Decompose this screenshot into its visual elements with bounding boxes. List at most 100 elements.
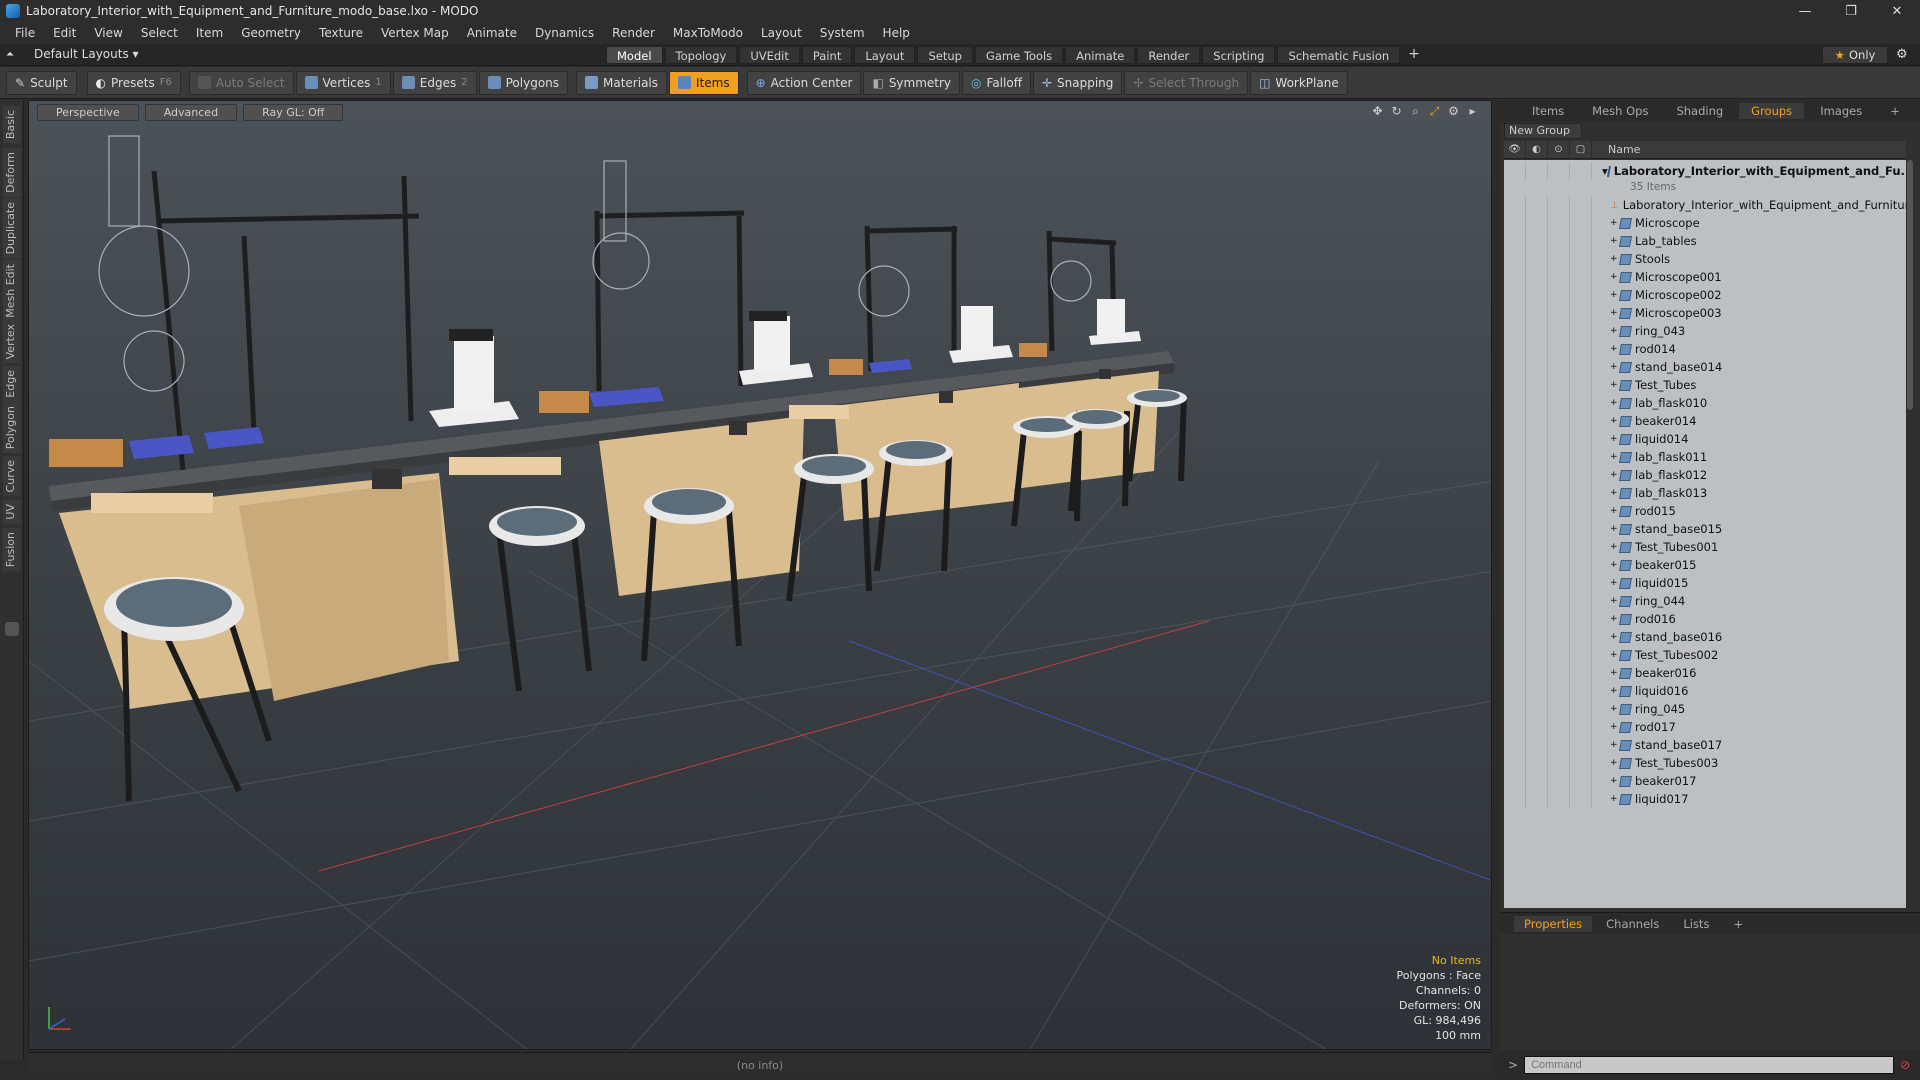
menu-help[interactable]: Help	[874, 26, 919, 40]
menu-maxtomodo[interactable]: MaxToModo	[664, 26, 752, 40]
pan-icon[interactable]: ✥	[1371, 105, 1384, 118]
select-through-button[interactable]: ✢ Select Through	[1124, 70, 1249, 95]
visibility-eye-icon[interactable]: 👁	[1504, 140, 1526, 159]
left-tab-basic[interactable]: Basic	[3, 106, 21, 144]
edges-button[interactable]: Edges 2	[392, 70, 477, 95]
tab-items[interactable]: Items	[1520, 103, 1576, 119]
menu-layout[interactable]: Layout	[752, 26, 811, 40]
list-item[interactable]: + lab_flask012	[1504, 466, 1906, 484]
menu-view[interactable]: View	[85, 26, 131, 40]
left-tab-vertex[interactable]: Vertex	[3, 320, 21, 364]
list-item[interactable]: + beaker017	[1504, 772, 1906, 790]
list-item[interactable]: + stand_base014	[1504, 358, 1906, 376]
list-item[interactable]: + ring_044	[1504, 592, 1906, 610]
menu-animate[interactable]: Animate	[458, 26, 526, 40]
list-item[interactable]: + ring_043	[1504, 322, 1906, 340]
list-item[interactable]: + Microscope002	[1504, 286, 1906, 304]
lock-icon[interactable]: ⊙	[1548, 140, 1570, 159]
settings-icon[interactable]: ⚙	[1447, 105, 1460, 118]
list-item[interactable]: + beaker014	[1504, 412, 1906, 430]
select-icon[interactable]: ▢	[1570, 140, 1592, 159]
menu-texture[interactable]: Texture	[310, 26, 372, 40]
menu-dynamics[interactable]: Dynamics	[526, 26, 603, 40]
list-item[interactable]: + rod015	[1504, 502, 1906, 520]
tab-model[interactable]: Model	[606, 46, 663, 64]
menu-render[interactable]: Render	[603, 26, 664, 40]
add-tab-button[interactable]: +	[1402, 46, 1426, 64]
auto-select-button[interactable]: Auto Select	[188, 70, 294, 95]
list-item[interactable]: + Microscope003	[1504, 304, 1906, 322]
left-tab-edge[interactable]: Edge	[3, 366, 21, 402]
list-item[interactable]: + Test_Tubes	[1504, 376, 1906, 394]
command-clear-icon[interactable]: ⊘	[1900, 1058, 1910, 1072]
minimize-button[interactable]: —	[1782, 0, 1828, 22]
list-scrollbar[interactable]	[1906, 160, 1914, 908]
tab-images[interactable]: Images	[1808, 103, 1874, 119]
tab-scripting[interactable]: Scripting	[1202, 46, 1276, 64]
action-center-button[interactable]: ⊕ Action Center	[746, 70, 862, 95]
list-item[interactable]: + liquid016	[1504, 682, 1906, 700]
tab-uvedit[interactable]: UVEdit	[739, 46, 800, 64]
menu-vertex-map[interactable]: Vertex Map	[372, 26, 458, 40]
sculpt-button[interactable]: ✎ Sculpt	[6, 70, 77, 95]
name-column-header[interactable]: Name	[1600, 143, 1640, 156]
tab-paint[interactable]: Paint	[801, 46, 853, 64]
add-props-tab-button[interactable]: +	[1723, 916, 1753, 932]
symmetry-button[interactable]: ◧ Symmetry	[863, 70, 961, 95]
new-group-button[interactable]: New Group	[1504, 123, 1582, 139]
tab-properties[interactable]: Properties	[1514, 915, 1593, 932]
list-item[interactable]: + Lab_tables	[1504, 232, 1906, 250]
gear-icon[interactable]: ⚙	[1896, 47, 1908, 62]
left-tab-deform[interactable]: Deform	[3, 148, 21, 197]
list-item[interactable]: + beaker016	[1504, 664, 1906, 682]
list-item[interactable]: + Microscope	[1504, 214, 1906, 232]
left-tab-fusion[interactable]: Fusion	[3, 528, 21, 572]
list-item[interactable]: + stand_base017	[1504, 736, 1906, 754]
list-item[interactable]: + lab_flask010	[1504, 394, 1906, 412]
list-item[interactable]: + rod016	[1504, 610, 1906, 628]
close-button[interactable]: ✕	[1874, 0, 1920, 22]
tab-groups[interactable]: Groups	[1739, 103, 1805, 119]
left-tab-mesh-edit[interactable]: Mesh Edit	[3, 260, 21, 322]
menu-system[interactable]: System	[811, 26, 874, 40]
more-icon[interactable]: ▸	[1466, 105, 1479, 118]
vertices-button[interactable]: Vertices 1	[295, 70, 391, 95]
list-item[interactable]: + lab_flask013	[1504, 484, 1906, 502]
tab-layout[interactable]: Layout	[854, 46, 916, 64]
list-item[interactable]: + stand_base016	[1504, 628, 1906, 646]
list-item[interactable]: + rod014	[1504, 340, 1906, 358]
list-item[interactable]: + stand_base015	[1504, 520, 1906, 538]
falloff-button[interactable]: ◎ Falloff	[962, 70, 1031, 95]
menu-select[interactable]: Select	[132, 26, 187, 40]
list-item[interactable]: ⊥ Laboratory_Interior_with_Equipment_and_…	[1504, 196, 1906, 214]
tab-setup[interactable]: Setup	[917, 46, 973, 64]
left-tab-polygon[interactable]: Polygon	[3, 402, 21, 454]
items-button[interactable]: Items	[669, 70, 739, 95]
scrollbar-thumb[interactable]	[1907, 160, 1913, 410]
list-item[interactable]: + rod017	[1504, 718, 1906, 736]
tab-animate[interactable]: Animate	[1065, 46, 1136, 64]
list-item[interactable]: + lab_flask011	[1504, 448, 1906, 466]
list-item[interactable]: + ring_045	[1504, 700, 1906, 718]
menu-edit[interactable]: Edit	[44, 26, 85, 40]
tab-mesh-ops[interactable]: Mesh Ops	[1580, 103, 1660, 119]
list-item[interactable]: + liquid015	[1504, 574, 1906, 592]
list-item[interactable]: + Microscope001	[1504, 268, 1906, 286]
workplane-button[interactable]: ◫ WorkPlane	[1250, 70, 1348, 95]
list-item[interactable]: + liquid014	[1504, 430, 1906, 448]
command-input[interactable]	[1524, 1056, 1895, 1074]
polygons-button[interactable]: Polygons	[478, 70, 569, 95]
list-item[interactable]: + Test_Tubes001	[1504, 538, 1906, 556]
list-item[interactable]: + Test_Tubes002	[1504, 646, 1906, 664]
tab-lists[interactable]: Lists	[1673, 916, 1719, 932]
snapping-button[interactable]: ✛ Snapping	[1032, 70, 1123, 95]
expand-icon[interactable]	[5, 622, 19, 636]
shading-dropdown[interactable]: Advanced	[144, 103, 238, 121]
tab-game-tools[interactable]: Game Tools	[974, 46, 1064, 64]
zoom-icon[interactable]: ⌕	[1409, 105, 1422, 118]
rotate-icon[interactable]: ↻	[1390, 105, 1403, 118]
raygl-dropdown[interactable]: Ray GL: Off	[243, 103, 344, 121]
materials-button[interactable]: Materials	[576, 70, 668, 95]
list-item[interactable]: + beaker015	[1504, 556, 1906, 574]
left-tab-curve[interactable]: Curve	[3, 456, 21, 497]
